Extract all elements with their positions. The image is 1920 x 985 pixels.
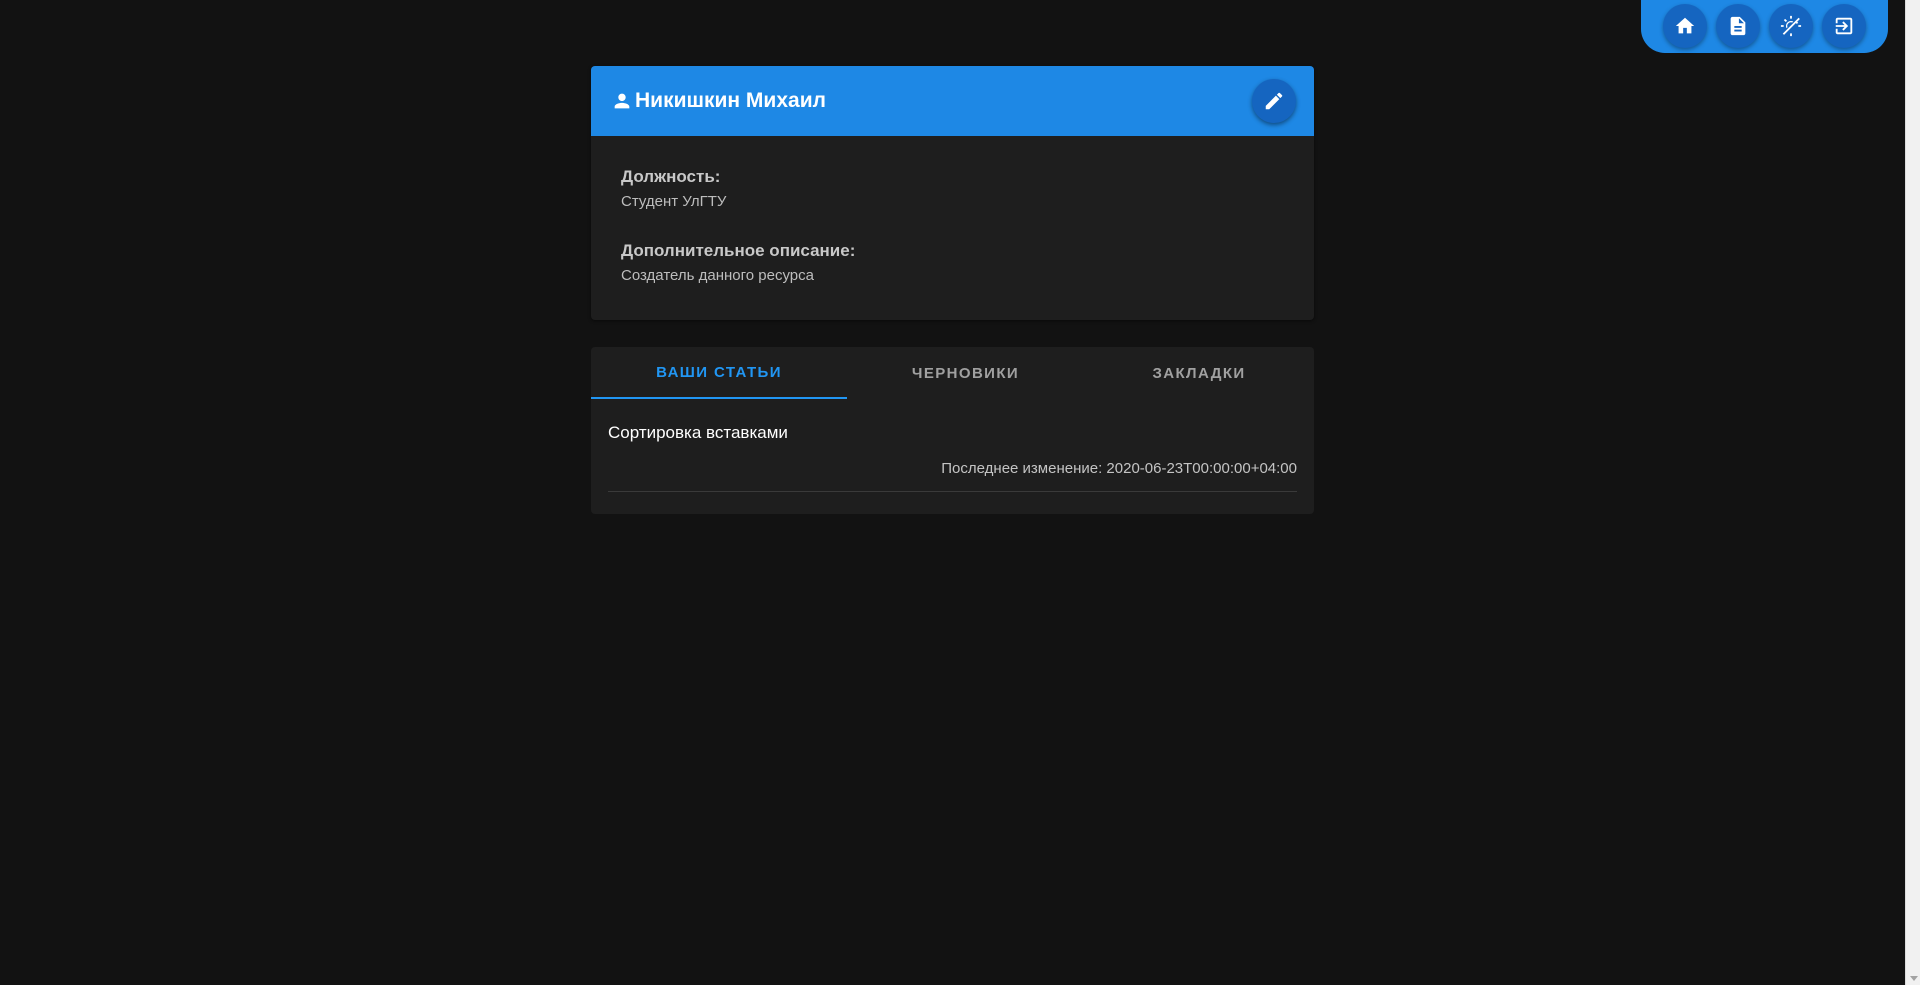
description-field: Дополнительное описание: Создатель данно… — [621, 241, 1284, 284]
profile-details: Должность: Студент УлГТУ Дополнительное … — [591, 136, 1314, 284]
person-icon — [614, 93, 630, 109]
theme-toggle-icon — [1780, 15, 1802, 36]
article-title[interactable]: Сортировка вставками — [608, 423, 1297, 443]
pencil-icon — [1265, 92, 1283, 110]
description-label: Дополнительное описание: — [621, 241, 856, 260]
document-icon — [1730, 16, 1746, 35]
tab-bookmarks[interactable]: ЗАКЛАДКИ — [1084, 347, 1314, 399]
article-list: Сортировка вставками Последнее изменение… — [591, 399, 1314, 492]
position-label: Должность: — [621, 167, 721, 186]
articles-card: ВАШИ СТАТЬИ ЧЕРНОВИКИ ЗАКЛАДКИ Сортировк… — [591, 347, 1314, 514]
home-button[interactable] — [1663, 3, 1707, 48]
logout-icon — [1835, 17, 1853, 34]
top-toolbar — [1641, 0, 1888, 53]
profile-page: Никишкин Михаил Должность: Студент УлГТУ… — [0, 0, 1920, 985]
profile-header: Никишкин Михаил — [591, 66, 1314, 136]
description-value: Создатель данного ресурса — [621, 267, 814, 284]
profile-card: Никишкин Михаил Должность: Студент УлГТУ… — [591, 66, 1314, 320]
list-item[interactable]: Сортировка вставками Последнее изменение… — [608, 399, 1297, 492]
home-icon — [1675, 17, 1695, 33]
position-field: Должность: Студент УлГТУ — [621, 167, 1284, 210]
tab-drafts[interactable]: ЧЕРНОВИКИ — [847, 347, 1084, 399]
edit-profile-button[interactable] — [1252, 79, 1296, 123]
theme-toggle-button[interactable] — [1769, 3, 1813, 48]
tab-your-articles[interactable]: ВАШИ СТАТЬИ — [591, 347, 847, 399]
article-last-modified: Последнее изменение: 2020-06-23T00:00:00… — [941, 460, 1297, 477]
articles-button[interactable] — [1716, 3, 1760, 48]
scrollbar[interactable] — [1905, 0, 1920, 985]
logout-button[interactable] — [1822, 3, 1866, 48]
scroll-down-arrow-icon[interactable] — [1910, 976, 1918, 981]
tab-bar: ВАШИ СТАТЬИ ЧЕРНОВИКИ ЗАКЛАДКИ — [591, 347, 1314, 399]
position-value: Студент УлГТУ — [621, 193, 727, 210]
profile-name: Никишкин Михаил — [635, 89, 826, 112]
